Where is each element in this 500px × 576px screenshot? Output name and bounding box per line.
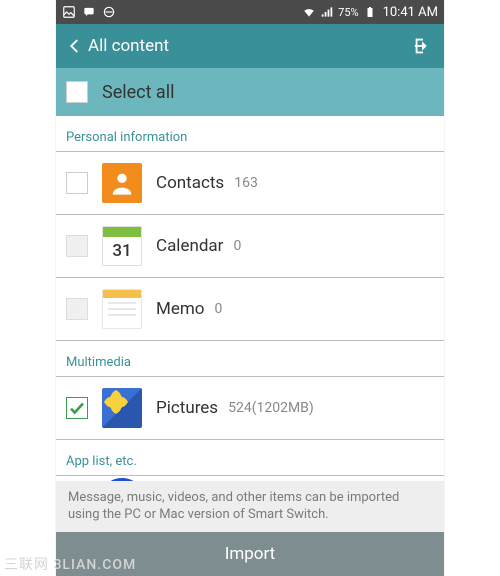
item-label: Memo: [156, 299, 204, 319]
battery-icon: [363, 5, 377, 19]
select-all-checkbox[interactable]: [66, 81, 88, 103]
item-label: Pictures: [156, 398, 218, 418]
select-all-row[interactable]: Select all: [56, 68, 444, 116]
clock-time: 10:41 AM: [383, 5, 438, 20]
section-personal: Personal information: [56, 116, 444, 151]
app-header: All content: [56, 24, 444, 68]
contacts-checkbox[interactable]: [66, 172, 88, 194]
pictures-icon: [102, 388, 142, 428]
section-applist: App list, etc.: [56, 440, 444, 475]
item-pictures[interactable]: Pictures 524(1202MB): [56, 377, 444, 439]
calendar-day: 31: [112, 237, 131, 265]
battery-percent: 75%: [338, 6, 358, 19]
item-contacts[interactable]: Contacts 163: [56, 152, 444, 214]
block-icon: [102, 5, 116, 19]
calendar-icon: 31: [102, 226, 142, 266]
item-memo[interactable]: Memo 0: [56, 278, 444, 340]
page-title: All content: [88, 36, 169, 56]
content-scroll: Personal information Contacts 163 31 Ca: [56, 116, 444, 576]
item-calendar[interactable]: 31 Calendar 0: [56, 215, 444, 277]
item-count: 0: [214, 301, 222, 317]
wifi-icon: [302, 5, 316, 19]
signal-icon: [320, 5, 334, 19]
bbm-icon: [82, 5, 96, 19]
import-button[interactable]: Import: [56, 532, 444, 576]
picture-icon: [62, 5, 76, 19]
info-note: Message, music, videos, and other items …: [56, 481, 444, 532]
status-bar: 75% 10:41 AM: [56, 0, 444, 24]
calendar-checkbox[interactable]: [66, 235, 88, 257]
memo-icon: [102, 289, 142, 329]
select-all-label: Select all: [102, 82, 174, 103]
item-label: Contacts: [156, 173, 224, 193]
item-count: 524(1202MB): [228, 400, 314, 416]
section-multimedia: Multimedia: [56, 341, 444, 376]
item-count: 163: [234, 175, 258, 191]
item-count: 0: [233, 238, 241, 254]
back-icon[interactable]: [66, 37, 84, 55]
item-label: Calendar: [156, 236, 223, 256]
export-icon[interactable]: [412, 35, 434, 57]
contacts-icon: [102, 163, 142, 203]
pictures-checkbox[interactable]: [66, 397, 88, 419]
memo-checkbox[interactable]: [66, 298, 88, 320]
import-label: Import: [225, 544, 276, 564]
